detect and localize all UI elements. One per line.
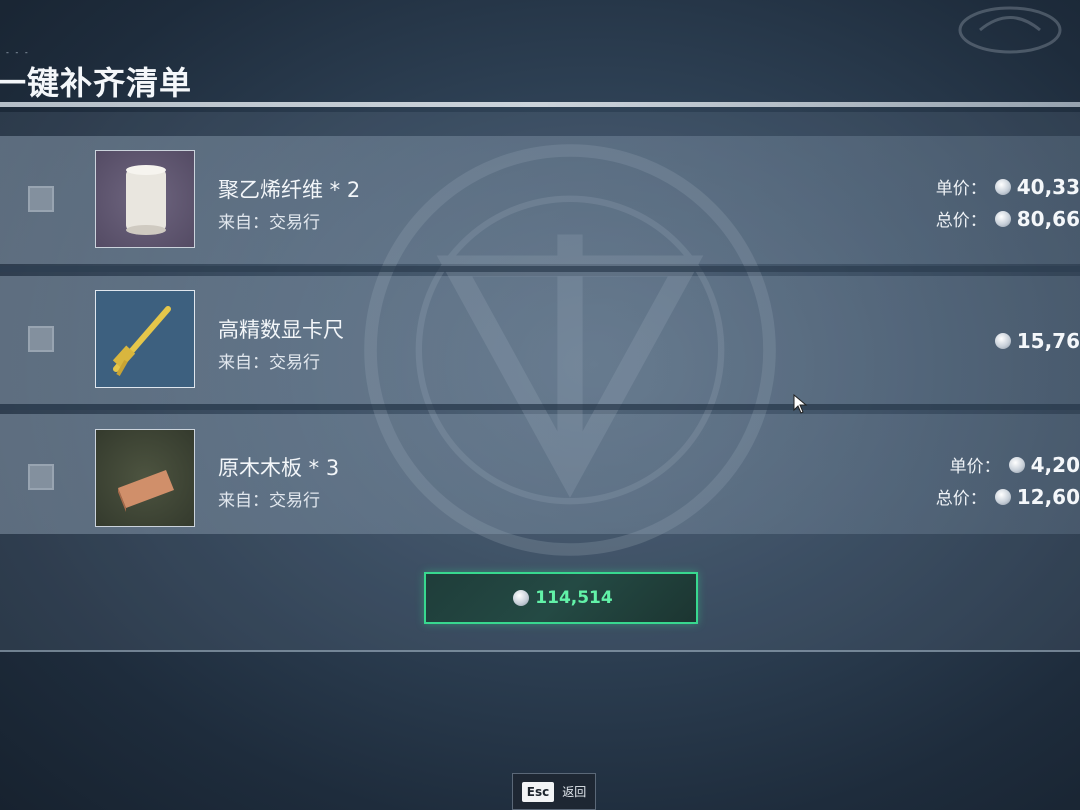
purchase-total-button[interactable]: 114,514	[424, 572, 698, 624]
page-title: 一键补齐清单	[0, 64, 193, 102]
total-price-label: 总价：	[935, 489, 987, 509]
unit-price-line: 单价： 4,20	[949, 452, 1080, 478]
back-label: 返回	[562, 785, 587, 799]
unit-price-value: 40,33	[1016, 174, 1080, 199]
unit-price-value: 4,20	[1030, 452, 1080, 477]
esc-key-hint: Esc	[521, 781, 555, 802]
list-item-wood-plank[interactable]: 原木木板 * 3 来自：交易行 单价： 4,20 总价： 12,60	[0, 414, 1080, 534]
total-price-label: 总价：	[935, 211, 987, 231]
unit-price-label: 单价：	[949, 457, 1001, 477]
price-line: 15,76	[991, 329, 1080, 353]
corner-logo-icon	[958, 6, 1062, 54]
row-divider	[0, 404, 1080, 410]
list-item-digital-caliper[interactable]: 高精数显卡尺 来自：交易行 15,76	[0, 276, 1080, 404]
coin-icon	[994, 210, 1011, 227]
item-name: 原木木板 * 3	[218, 456, 340, 480]
back-button[interactable]: Esc 返回	[512, 773, 596, 810]
total-price-value: 80,66	[1016, 206, 1080, 231]
header-decoration: - - -	[6, 48, 30, 57]
coin-icon	[513, 590, 530, 606]
coin-icon	[994, 178, 1011, 195]
item-name: 聚乙烯纤维 * 2	[218, 178, 361, 202]
price-value: 15,76	[1016, 329, 1080, 353]
total-price-value: 12,60	[1016, 484, 1080, 509]
unit-price-label: 单价：	[935, 179, 987, 199]
mouse-cursor-icon	[793, 394, 808, 414]
total-price-line: 总价： 80,66	[935, 206, 1080, 232]
item-source: 来自：交易行	[218, 353, 320, 373]
item-checkbox[interactable]	[28, 186, 54, 212]
unit-price-line: 单价： 40,33	[935, 174, 1080, 200]
item-source: 来自：交易行	[218, 213, 320, 233]
row-divider	[0, 266, 1080, 272]
title-divider	[0, 102, 1080, 107]
purchase-total-value: 114,514	[535, 588, 613, 608]
coin-icon	[994, 488, 1011, 505]
total-price-line: 总价： 12,60	[935, 484, 1080, 510]
list-item-polyethylene-fiber[interactable]: 聚乙烯纤维 * 2 来自：交易行 单价： 40,33 总价： 80,66	[0, 136, 1080, 264]
item-source: 来自：交易行	[218, 491, 320, 511]
wood-plank-icon	[95, 429, 195, 527]
coin-icon	[1008, 456, 1025, 473]
bottom-divider	[0, 650, 1080, 652]
coin-icon	[994, 333, 1011, 349]
item-checkbox[interactable]	[28, 326, 54, 352]
caliper-icon	[95, 290, 195, 388]
item-name: 高精数显卡尺	[218, 318, 344, 342]
item-checkbox[interactable]	[28, 464, 54, 490]
fiber-roll-icon	[95, 150, 195, 248]
